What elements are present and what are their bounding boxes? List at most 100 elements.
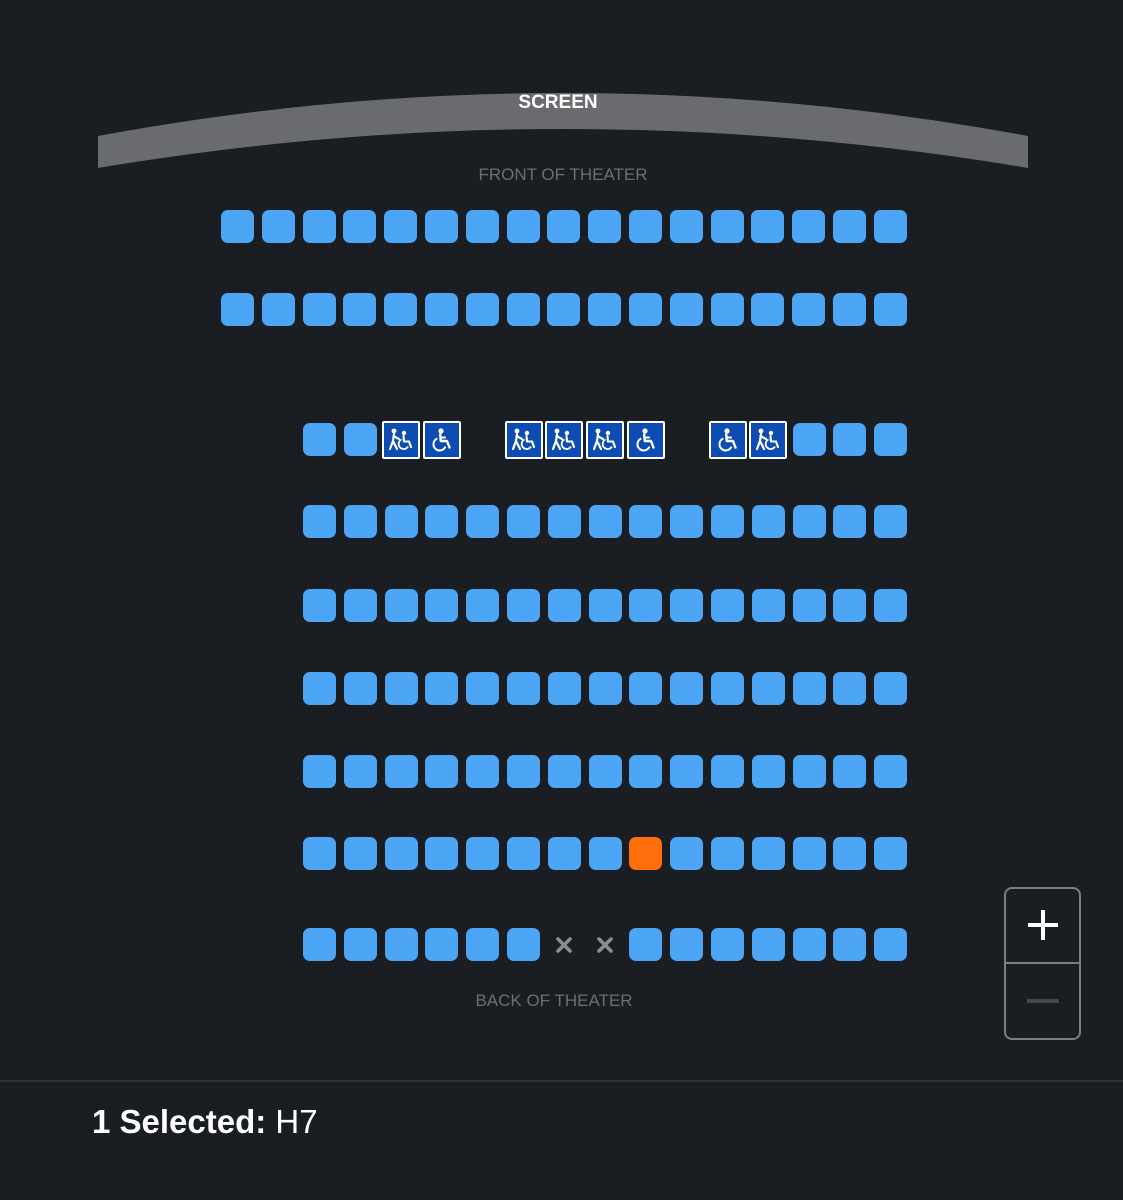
seat-J[interactable] <box>670 928 704 961</box>
seat-B[interactable] <box>425 293 458 326</box>
seat-J[interactable] <box>833 928 867 961</box>
seat-E[interactable] <box>751 589 785 622</box>
seat-D[interactable] <box>874 505 908 538</box>
seat-H[interactable] <box>343 837 377 870</box>
zoom-out-button[interactable] <box>1006 964 1079 1039</box>
seat-E[interactable] <box>792 589 826 622</box>
seat-G[interactable] <box>466 755 500 788</box>
seat-A[interactable] <box>221 210 254 243</box>
seat-B[interactable] <box>792 293 826 326</box>
seat-G[interactable] <box>425 755 459 788</box>
seat-F[interactable] <box>343 672 377 705</box>
seat-H[interactable] <box>833 837 867 870</box>
seat-H-selected[interactable] <box>629 837 663 870</box>
seat-G[interactable] <box>343 755 377 788</box>
seat-A[interactable] <box>302 210 336 243</box>
seat-D[interactable] <box>547 505 581 538</box>
seat-J[interactable] <box>507 928 540 961</box>
seat-E[interactable] <box>425 589 459 622</box>
seat-B[interactable] <box>343 293 377 326</box>
seat-A[interactable] <box>751 210 785 243</box>
seat-G[interactable] <box>833 755 867 788</box>
seat-G[interactable] <box>711 755 744 788</box>
seat-F[interactable] <box>874 672 908 705</box>
seat-D[interactable] <box>711 505 744 538</box>
seat-G[interactable] <box>547 755 581 788</box>
seat-C[interactable] <box>792 423 826 456</box>
seat-C[interactable] <box>833 423 867 456</box>
seat-C[interactable] <box>343 423 377 456</box>
seat-H[interactable] <box>466 837 500 870</box>
seat-A[interactable] <box>384 210 418 243</box>
seat-F[interactable] <box>751 672 785 705</box>
seat-D[interactable] <box>507 505 540 538</box>
accessible-seat-C[interactable] <box>749 420 788 459</box>
seat-G[interactable] <box>792 755 826 788</box>
seat-G[interactable] <box>303 755 336 788</box>
seat-E[interactable] <box>343 589 377 622</box>
seat-H[interactable] <box>670 837 704 870</box>
accessible-seat-C[interactable] <box>545 420 584 459</box>
seat-A[interactable] <box>588 210 622 243</box>
seat-F[interactable] <box>384 672 418 705</box>
accessible-seat-C[interactable] <box>422 420 461 459</box>
seat-A[interactable] <box>425 210 458 243</box>
seat-E[interactable] <box>384 589 418 622</box>
seat-B[interactable] <box>588 293 622 326</box>
seat-J[interactable] <box>874 928 908 961</box>
seat-A[interactable] <box>261 210 295 243</box>
seat-H[interactable] <box>874 837 908 870</box>
seat-H[interactable] <box>425 837 459 870</box>
seat-J[interactable] <box>343 928 377 961</box>
seat-D[interactable] <box>629 505 663 538</box>
seat-G[interactable] <box>507 755 540 788</box>
seat-J[interactable] <box>384 928 418 961</box>
seat-F[interactable] <box>833 672 867 705</box>
seat-E[interactable] <box>711 589 744 622</box>
seat-A[interactable] <box>669 210 703 243</box>
seat-E[interactable] <box>303 589 336 622</box>
seat-F[interactable] <box>670 672 704 705</box>
seat-J[interactable] <box>711 928 744 961</box>
seat-A[interactable] <box>506 210 540 243</box>
seat-A[interactable] <box>343 210 377 243</box>
seat-F[interactable] <box>547 672 581 705</box>
seat-D[interactable] <box>792 505 826 538</box>
seat-A[interactable] <box>547 210 581 243</box>
seat-D[interactable] <box>343 505 377 538</box>
seat-D[interactable] <box>303 505 336 538</box>
seat-F[interactable] <box>425 672 459 705</box>
seat-J[interactable] <box>629 928 663 961</box>
seat-B[interactable] <box>261 293 295 326</box>
seat-G[interactable] <box>384 755 418 788</box>
seat-F[interactable] <box>629 672 663 705</box>
accessible-seat-C[interactable] <box>504 420 543 459</box>
seat-A[interactable] <box>629 210 662 243</box>
seat-F[interactable] <box>303 672 336 705</box>
seat-H[interactable] <box>711 837 744 870</box>
seat-H[interactable] <box>751 837 785 870</box>
seat-B[interactable] <box>547 293 581 326</box>
seat-F[interactable] <box>792 672 826 705</box>
seat-B[interactable] <box>302 293 336 326</box>
seat-D[interactable] <box>670 505 704 538</box>
accessible-seat-C[interactable] <box>626 420 665 459</box>
seat-G[interactable] <box>751 755 785 788</box>
accessible-seat-C[interactable] <box>382 420 421 459</box>
seat-E[interactable] <box>466 589 500 622</box>
seat-E[interactable] <box>629 589 663 622</box>
seat-J[interactable] <box>751 928 785 961</box>
seat-A[interactable] <box>710 210 744 243</box>
seat-B[interactable] <box>669 293 703 326</box>
seat-D[interactable] <box>833 505 867 538</box>
seat-B[interactable] <box>465 293 499 326</box>
seat-G[interactable] <box>874 755 908 788</box>
seat-D[interactable] <box>751 505 785 538</box>
seat-B[interactable] <box>751 293 785 326</box>
seat-F[interactable] <box>711 672 744 705</box>
seat-H[interactable] <box>588 837 622 870</box>
seat-A[interactable] <box>792 210 826 243</box>
seat-F[interactable] <box>507 672 540 705</box>
seat-C[interactable] <box>303 423 336 456</box>
seat-B[interactable] <box>833 293 866 326</box>
